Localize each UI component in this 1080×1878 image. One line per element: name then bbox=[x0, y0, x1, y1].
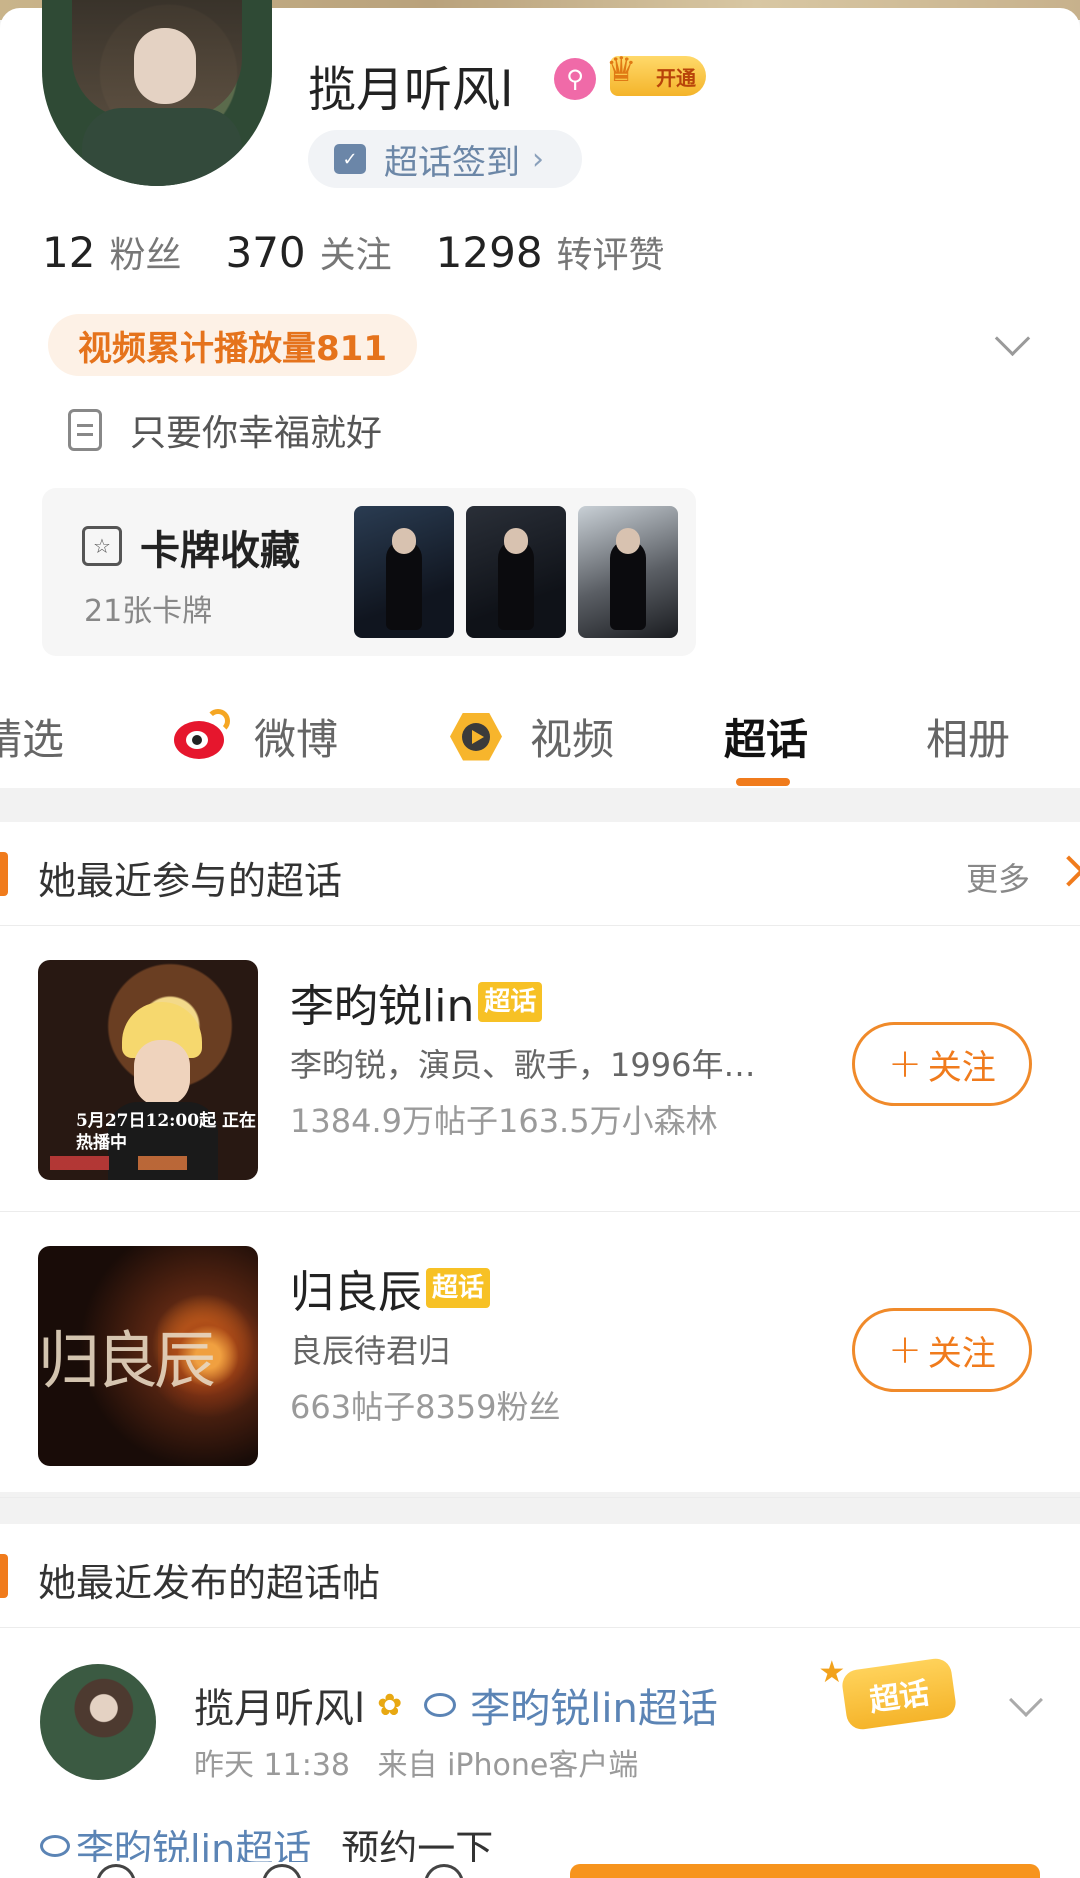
supertopic-description: 李昀锐，演员、歌手，1996年… bbox=[290, 1046, 756, 1084]
post-supertopic-link[interactable]: 李昀锐lin超话 bbox=[470, 1676, 718, 1734]
tab-label: 超话 bbox=[724, 715, 809, 764]
stat-label: 转评赞 bbox=[556, 235, 665, 276]
section-title: 她最近发布的超话帖 bbox=[38, 1561, 381, 1605]
message-icon[interactable] bbox=[96, 1864, 136, 1878]
more-link[interactable]: 更多 bbox=[966, 854, 1030, 900]
follow-primary-button[interactable] bbox=[570, 1864, 1040, 1878]
tab-label: 微博 bbox=[254, 715, 339, 764]
profile-tabs: 精选 微博 视频 超话 相册 bbox=[0, 698, 1080, 788]
section-header: 她最近发布的超话帖 bbox=[0, 1524, 1080, 1628]
section-accent-bar bbox=[0, 852, 8, 896]
vip-label: 开通 bbox=[656, 65, 696, 90]
stat-fans[interactable]: 12 粉丝 bbox=[42, 226, 181, 278]
card-count: 21张卡牌 bbox=[84, 594, 213, 629]
tab-weibo[interactable]: 微博 bbox=[172, 706, 338, 767]
card-collection-title: 卡牌收藏 bbox=[140, 528, 300, 574]
supertopic-cover[interactable]: 5月27日12:00起 正在热播中 bbox=[38, 960, 258, 1180]
stat-number: 1298 bbox=[435, 228, 543, 277]
star-icon: ★ bbox=[818, 1655, 846, 1691]
tab-label: 相册 bbox=[926, 715, 1011, 764]
section-accent-bar bbox=[0, 1554, 8, 1598]
supertopic-description: 良辰待君归 bbox=[290, 1332, 451, 1370]
follow-button[interactable]: + 关注 bbox=[852, 1022, 1032, 1106]
active-tab-indicator bbox=[736, 778, 790, 786]
supertopic-signin-button[interactable]: ✓ 超话签到 › bbox=[308, 130, 582, 188]
tab-supertopic[interactable]: 超话 bbox=[724, 706, 808, 767]
stat-number: 370 bbox=[225, 228, 306, 277]
cover-caption: 5月27日12:00起 正在热播中 bbox=[76, 1111, 256, 1153]
card-star-icon: ☆ bbox=[82, 526, 122, 566]
follow-label: 关注 bbox=[927, 1047, 996, 1088]
recent-supertopics-section: 她最近参与的超话 更多 5月27日12:00起 正在热播中 李昀锐lin 超话 … bbox=[0, 822, 1080, 1498]
post-source: 来自 iPhone客户端 bbox=[377, 1748, 639, 1783]
card-thumbnail[interactable] bbox=[354, 506, 454, 638]
supertopic-name[interactable]: 李昀锐lin 超话 bbox=[290, 970, 543, 1034]
weibo-icon bbox=[172, 708, 230, 761]
tab-label: 视频 bbox=[530, 715, 615, 764]
stat-label: 粉丝 bbox=[109, 235, 182, 276]
stat-label: 关注 bbox=[319, 235, 392, 276]
supertopic-diamond-icon bbox=[40, 1834, 70, 1857]
supertopic-sticker: ★ 超话 bbox=[818, 1655, 958, 1732]
sunflower-icon: ✿ bbox=[377, 1687, 403, 1723]
bio-text: 只要你幸福就好 bbox=[130, 413, 383, 454]
post-meta: 昨天 11:38 来自 iPhone客户端 bbox=[194, 1740, 638, 1784]
crown-icon: ♛ bbox=[606, 50, 637, 90]
bottom-action-bar bbox=[0, 1862, 1080, 1878]
profile-avatar[interactable] bbox=[42, 0, 272, 186]
profile-bio: 只要你幸福就好 bbox=[68, 404, 382, 456]
follow-label: 关注 bbox=[927, 1333, 996, 1374]
card-collection[interactable]: ☆ 卡牌收藏 21张卡牌 bbox=[42, 488, 696, 656]
supertopic-diamond-icon bbox=[424, 1693, 457, 1717]
supertopic-title: 李昀锐lin bbox=[290, 981, 475, 1032]
tab-video[interactable]: 视频 bbox=[446, 706, 614, 767]
post-menu-chevron-icon[interactable] bbox=[1009, 1683, 1043, 1717]
signin-label: 超话签到 bbox=[384, 142, 520, 183]
supertopic-stats: 1384.9万帖子163.5万小森林 bbox=[290, 1102, 718, 1140]
stat-following[interactable]: 370 关注 bbox=[225, 226, 391, 278]
profile-username: 揽月听风l bbox=[308, 62, 514, 118]
more-icon[interactable] bbox=[424, 1864, 464, 1878]
plus-icon: + bbox=[888, 1327, 922, 1373]
supertopic-item[interactable]: 5月27日12:00起 正在热播中 李昀锐lin 超话 李昀锐，演员、歌手，19… bbox=[0, 926, 1080, 1212]
sticker-label: 超话 bbox=[867, 1675, 932, 1719]
supertopic-item[interactable]: 归良辰 归良辰 超话 良辰待君归 663帖子8359粉丝 + 关注 bbox=[0, 1212, 1080, 1498]
tab-featured[interactable]: 精选 bbox=[0, 706, 64, 767]
supertopic-stats: 663帖子8359粉丝 bbox=[290, 1388, 561, 1426]
post-username[interactable]: 揽月听风l bbox=[194, 1676, 365, 1734]
profile-card: 揽月听风l ⚲ ♛ 开通 ✓ 超话签到 › 12 粉丝 370 关注 1298 … bbox=[0, 0, 1080, 788]
calendar-icon: ✓ bbox=[334, 144, 366, 174]
chevron-right-icon[interactable] bbox=[1053, 855, 1080, 887]
supertopic-cover[interactable]: 归良辰 bbox=[38, 1246, 258, 1466]
stat-interactions[interactable]: 1298 转评赞 bbox=[436, 226, 665, 278]
post-avatar[interactable] bbox=[40, 1664, 156, 1780]
stat-number: 12 bbox=[42, 228, 96, 277]
tab-label: 精选 bbox=[0, 715, 65, 764]
follow-button[interactable]: + 关注 bbox=[852, 1308, 1032, 1392]
supertopic-tag: 超话 bbox=[478, 982, 543, 1022]
post-author-line: 揽月听风l ✿ 李昀锐lin超话 bbox=[194, 1676, 718, 1734]
plus-icon: + bbox=[888, 1041, 922, 1087]
vip-open-badge[interactable]: ♛ 开通 bbox=[606, 50, 706, 96]
video-play-count-badge[interactable]: 视频累计播放量811 bbox=[48, 314, 417, 376]
post-time: 昨天 11:38 bbox=[194, 1748, 350, 1783]
supertopic-name[interactable]: 归良辰 超话 bbox=[290, 1256, 491, 1320]
card-thumbnail[interactable] bbox=[578, 506, 678, 638]
document-icon bbox=[68, 409, 102, 451]
post-header: 揽月听风l ✿ 李昀锐lin超话 昨天 11:38 来自 iPhone客户端 ★… bbox=[0, 1628, 1080, 1784]
search-badge-icon[interactable]: ⚲ bbox=[554, 58, 596, 100]
section-title: 她最近参与的超话 bbox=[38, 859, 343, 903]
chat-icon[interactable] bbox=[262, 1864, 302, 1878]
supertopic-tag: 超话 bbox=[426, 1268, 491, 1308]
chevron-right-icon: › bbox=[532, 141, 544, 177]
tab-album[interactable]: 相册 bbox=[926, 706, 1010, 767]
profile-stats: 12 粉丝 370 关注 1298 转评赞 bbox=[42, 226, 709, 278]
expand-chevron-icon[interactable] bbox=[996, 326, 1026, 356]
section-header: 她最近参与的超话 更多 bbox=[0, 822, 1080, 926]
video-play-icon bbox=[446, 711, 506, 763]
cover-caption: 归良辰 bbox=[38, 1324, 216, 1397]
card-thumbnail[interactable] bbox=[466, 506, 566, 638]
supertopic-title: 归良辰 bbox=[290, 1267, 422, 1318]
